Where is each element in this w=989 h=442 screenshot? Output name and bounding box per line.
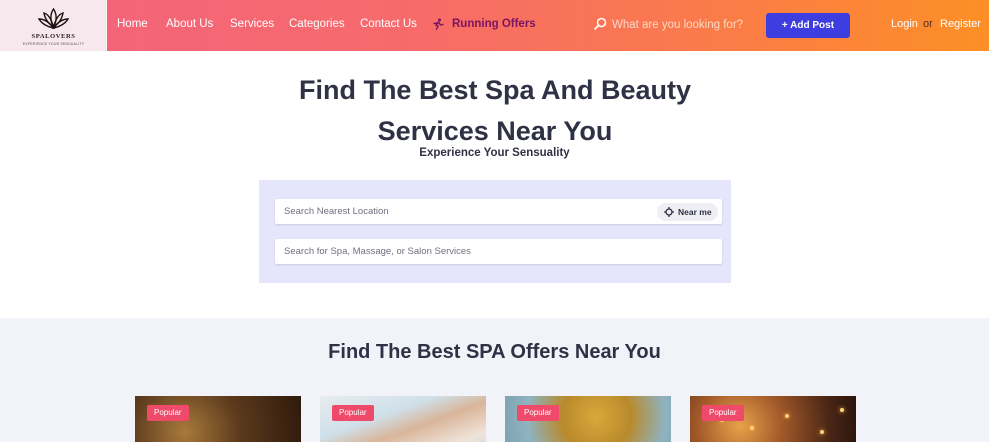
candle-light (820, 430, 824, 434)
nav-home[interactable]: Home (117, 18, 148, 30)
popular-badge: Popular (147, 405, 189, 421)
hero-subtitle: Experience Your Sensuality (419, 147, 570, 159)
nav-services[interactable]: Services (230, 18, 274, 30)
header-search-input[interactable] (612, 14, 752, 36)
nav-about[interactable]: About Us (166, 18, 213, 30)
service-search-input[interactable] (284, 239, 714, 264)
candle-light (840, 408, 844, 412)
search-icon (594, 17, 607, 35)
candle-light (750, 426, 754, 430)
hero-title: Find The Best Spa And Beauty Services Ne… (298, 75, 692, 146)
brand-tagline: EXPERIENCE YOUR SENSUALITY (22, 42, 85, 46)
candle-light (785, 414, 789, 418)
nav-running-offers[interactable]: Running Offers (452, 18, 536, 30)
popular-badge: Popular (702, 405, 744, 421)
lotus-icon (38, 7, 69, 30)
site-header: SPALOVERS EXPERIENCE YOUR SENSUALITY Hom… (0, 0, 989, 51)
nav-contact[interactable]: Contact Us (360, 18, 417, 30)
register-link[interactable]: Register (940, 18, 981, 30)
running-person-icon (432, 18, 444, 33)
offers-title: Find The Best SPA Offers Near You (328, 341, 661, 363)
offers-section: Find The Best SPA Offers Near You Popula… (0, 318, 989, 442)
offer-card[interactable]: Popular (690, 396, 856, 442)
popular-badge: Popular (517, 405, 559, 421)
add-post-button[interactable]: + Add Post (766, 13, 850, 38)
login-link[interactable]: Login (891, 18, 918, 30)
brand-name: SPALOVERS (31, 33, 76, 40)
logo[interactable]: SPALOVERS EXPERIENCE YOUR SENSUALITY (0, 0, 107, 51)
location-field: Near me (275, 199, 722, 224)
offer-card[interactable]: Popular (320, 396, 486, 442)
near-me-label: Near me (678, 207, 712, 217)
nav-categories[interactable]: Categories (289, 18, 345, 30)
offer-card[interactable]: Popular (135, 396, 301, 442)
near-me-button[interactable]: Near me (657, 203, 718, 221)
crosshair-icon (664, 207, 674, 217)
service-field (275, 239, 722, 264)
hero-search-panel: Near me (259, 180, 731, 283)
or-separator: or (923, 18, 933, 30)
location-input[interactable] (284, 199, 644, 224)
offer-card[interactable]: Popular (505, 396, 671, 442)
popular-badge: Popular (332, 405, 374, 421)
